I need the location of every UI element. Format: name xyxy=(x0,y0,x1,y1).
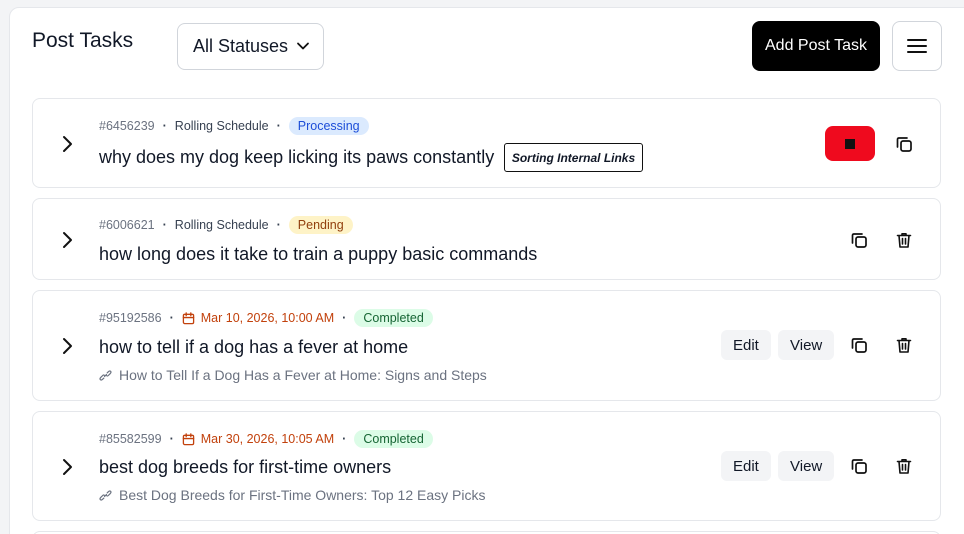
copy-button[interactable] xyxy=(892,132,916,156)
delete-button[interactable] xyxy=(892,333,916,357)
task-id: #85582599 xyxy=(99,432,162,446)
header: Post Tasks All Statuses Add Post Task xyxy=(32,21,964,79)
view-button[interactable]: View xyxy=(778,330,835,360)
task-schedule: Mar 30, 2026, 10:05 AM xyxy=(182,432,334,446)
delete-button[interactable] xyxy=(892,454,916,478)
copy-icon xyxy=(896,137,912,152)
task-card: #95192586 · Mar 10, 2026, 10:00 AM · Com… xyxy=(32,290,941,401)
stop-button[interactable] xyxy=(825,126,875,161)
stop-icon xyxy=(845,138,855,149)
hamburger-menu-icon xyxy=(907,39,927,53)
task-title: best dog breeds for first-time owners xyxy=(99,457,392,477)
trash-icon xyxy=(896,233,912,248)
chevron-right-icon[interactable] xyxy=(57,457,77,477)
task-title: how to tell if a dog has a fever at home xyxy=(99,337,409,357)
copy-icon xyxy=(851,459,867,474)
task-schedule: Mar 10, 2026, 10:00 AM xyxy=(182,311,334,325)
post-link-text: How to Tell If a Dog Has a Fever at Home… xyxy=(119,367,487,383)
calendar-icon xyxy=(182,311,195,324)
calendar-icon xyxy=(182,432,195,445)
task-card: #6006621 · Rolling Schedule · Pending ho… xyxy=(32,198,941,280)
copy-button[interactable] xyxy=(847,333,871,357)
edit-button[interactable]: Edit xyxy=(721,451,771,481)
status-badge: Completed xyxy=(354,430,433,448)
trash-icon xyxy=(896,459,912,474)
copy-icon xyxy=(851,338,867,353)
task-card: #6456239 · Rolling Schedule · Processing… xyxy=(32,98,941,188)
task-schedule-date: Mar 10, 2026, 10:00 AM xyxy=(200,311,335,325)
copy-button[interactable] xyxy=(847,228,871,252)
post-link-text: Best Dog Breeds for First-Time Owners: T… xyxy=(119,487,486,503)
task-meta: #6456239 · Rolling Schedule · Processing xyxy=(99,117,369,135)
edit-button[interactable]: Edit xyxy=(721,330,771,360)
task-meta: #6006621 · Rolling Schedule · Pending xyxy=(99,216,353,234)
chevron-down-icon xyxy=(297,42,309,50)
add-post-task-button[interactable]: Add Post Task xyxy=(752,21,880,71)
task-title: why does my dog keep licking its paws co… xyxy=(99,147,495,167)
progress-label: Sorting Internal Links xyxy=(504,143,643,172)
task-id: #6006621 xyxy=(99,218,155,232)
link-icon xyxy=(99,369,112,381)
menu-button[interactable] xyxy=(892,21,942,71)
post-link[interactable]: Best Dog Breeds for First-Time Owners: T… xyxy=(99,487,485,503)
status-badge: Completed xyxy=(354,309,433,327)
trash-icon xyxy=(896,338,912,353)
copy-icon xyxy=(851,233,867,248)
chevron-right-icon[interactable] xyxy=(57,134,77,154)
task-title: how long does it take to train a puppy b… xyxy=(99,244,538,264)
status-filter-select[interactable]: All Statuses xyxy=(177,23,324,70)
status-badge: Pending xyxy=(288,216,353,234)
task-id: #6456239 xyxy=(99,119,155,133)
status-badge: Processing xyxy=(288,117,369,135)
chevron-right-icon[interactable] xyxy=(57,336,77,356)
status-filter-value: All Statuses xyxy=(193,36,289,56)
link-icon xyxy=(99,489,112,501)
page-title: Post Tasks xyxy=(32,29,134,52)
task-schedule: Rolling Schedule xyxy=(174,119,269,133)
view-button[interactable]: View xyxy=(778,451,835,481)
copy-button[interactable] xyxy=(847,454,871,478)
delete-button[interactable] xyxy=(892,228,916,252)
chevron-right-icon[interactable] xyxy=(57,230,77,250)
task-meta: #85582599 · Mar 30, 2026, 10:05 AM · Com… xyxy=(99,430,433,448)
task-schedule-date: Mar 30, 2026, 10:05 AM xyxy=(200,432,335,446)
task-meta: #95192586 · Mar 10, 2026, 10:00 AM · Com… xyxy=(99,309,433,327)
task-id: #95192586 xyxy=(99,311,162,325)
task-card: #85582599 · Mar 30, 2026, 10:05 AM · Com… xyxy=(32,411,941,521)
task-schedule: Rolling Schedule xyxy=(174,218,269,232)
post-link[interactable]: How to Tell If a Dog Has a Fever at Home… xyxy=(99,367,487,383)
